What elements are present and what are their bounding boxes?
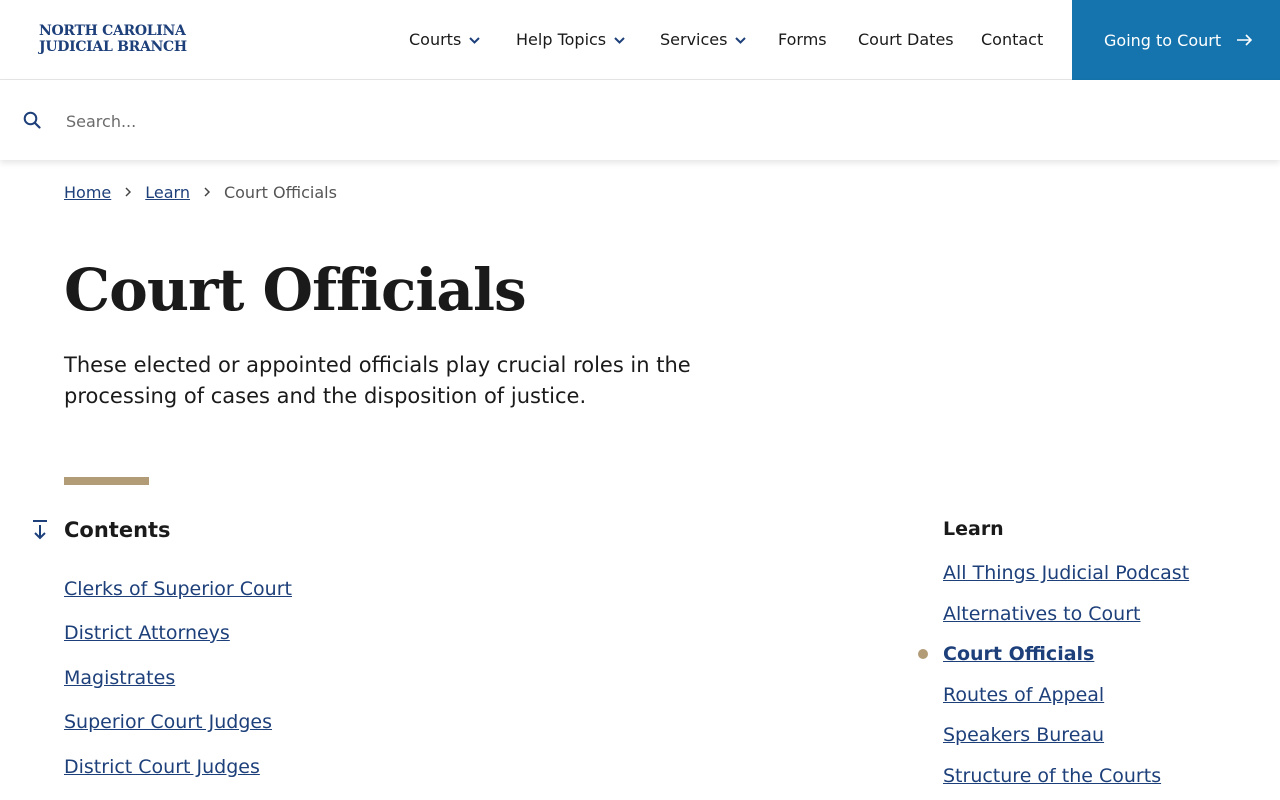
breadcrumb-current: Court Officials bbox=[223, 183, 337, 202]
nav-help-topics[interactable]: Help Topics bbox=[516, 29, 625, 51]
nav-services[interactable]: Services bbox=[660, 28, 747, 51]
chevron-down-icon bbox=[469, 28, 481, 50]
contents-link-district-court-judges[interactable]: District Court Judges bbox=[64, 754, 260, 780]
going-to-court-button[interactable]: Going to Court bbox=[1072, 0, 1280, 80]
breadcrumb: Home Learn Court Officials bbox=[64, 182, 337, 204]
main-nav: Courts Help Topics Services Forms Court … bbox=[0, 0, 1072, 80]
breadcrumb-home[interactable]: Home bbox=[64, 183, 111, 202]
sidebar-item-podcast[interactable]: All Things Judicial Podcast bbox=[943, 560, 1189, 586]
sidebar-item-routes-of-appeal[interactable]: Routes of Appeal bbox=[943, 682, 1104, 708]
chevron-down-icon bbox=[614, 28, 625, 50]
page-title: Court Officials bbox=[64, 256, 527, 324]
site-header: NORTH CAROLINA JUDICIAL BRANCH Courts He… bbox=[0, 0, 1280, 80]
contents-link-district-attorneys[interactable]: District Attorneys bbox=[64, 620, 230, 646]
nav-courts-label: Courts bbox=[409, 30, 462, 49]
contents-link-superior-court-judges[interactable]: Superior Court Judges bbox=[64, 709, 272, 735]
sidebar-item-structure[interactable]: Structure of the Courts bbox=[943, 763, 1161, 789]
breadcrumb-learn[interactable]: Learn bbox=[145, 183, 190, 202]
sidebar-item-alternatives[interactable]: Alternatives to Court bbox=[943, 601, 1141, 627]
nav-forms[interactable]: Forms bbox=[778, 29, 827, 51]
nav-services-label: Services bbox=[660, 30, 728, 49]
arrow-down-to-line-icon[interactable] bbox=[31, 519, 49, 545]
contents-link-magistrates[interactable]: Magistrates bbox=[64, 665, 175, 691]
active-indicator-dot bbox=[918, 649, 928, 659]
sidebar-heading: Learn bbox=[943, 518, 1004, 540]
going-to-court-label: Going to Court bbox=[1104, 30, 1222, 50]
chevron-right-icon bbox=[125, 181, 132, 203]
chevron-down-icon bbox=[735, 28, 747, 50]
sidebar-item-court-officials[interactable]: Court Officials bbox=[943, 641, 1094, 667]
search-icon[interactable] bbox=[23, 111, 41, 133]
contents-link-clerks[interactable]: Clerks of Superior Court bbox=[64, 576, 292, 602]
nav-contact[interactable]: Contact bbox=[981, 29, 1043, 51]
chevron-right-icon bbox=[204, 181, 211, 203]
page-intro: These elected or appointed officials pla… bbox=[64, 353, 691, 408]
arrow-right-icon bbox=[1237, 31, 1253, 50]
search-input[interactable] bbox=[64, 105, 1244, 137]
nav-court-dates[interactable]: Court Dates bbox=[858, 29, 954, 51]
sidebar-item-speakers-bureau[interactable]: Speakers Bureau bbox=[943, 722, 1104, 748]
nav-courts[interactable]: Courts bbox=[409, 28, 481, 51]
nav-help-topics-label: Help Topics bbox=[516, 30, 607, 49]
contents-heading: Contents bbox=[64, 518, 171, 542]
accent-divider bbox=[64, 477, 149, 485]
